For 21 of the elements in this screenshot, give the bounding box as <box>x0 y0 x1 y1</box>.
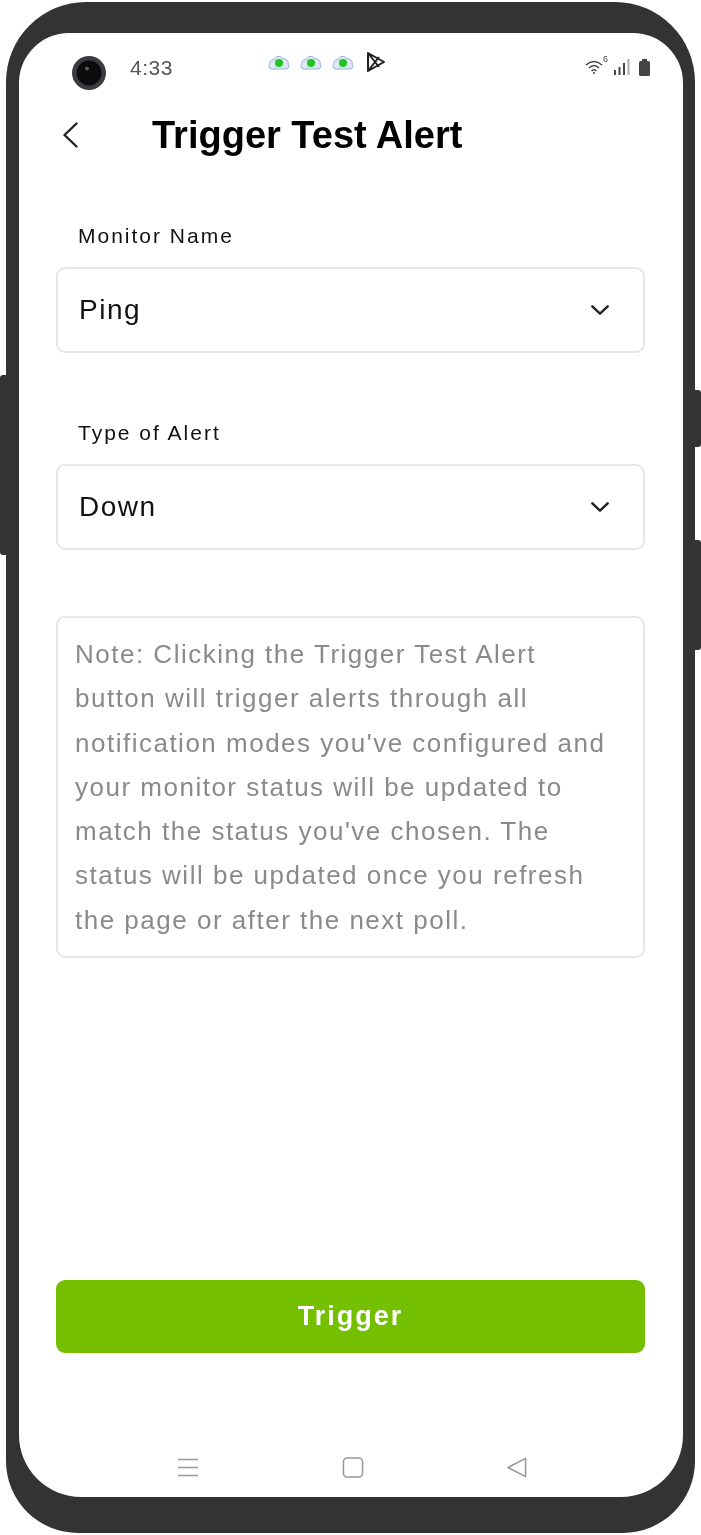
field-label: Monitor Name <box>78 223 234 249</box>
menu-icon[interactable] <box>177 1456 199 1478</box>
wifi-generation: 6 <box>603 54 608 64</box>
home-icon[interactable] <box>342 1456 364 1478</box>
signal-icon <box>614 59 630 75</box>
chevron-down-icon <box>591 305 609 315</box>
back-icon[interactable] <box>62 122 78 148</box>
cloud-icon <box>267 54 290 70</box>
dropdown-field[interactable]: Down <box>56 464 645 550</box>
cloud-icon <box>299 54 322 70</box>
wifi-icon <box>585 60 603 74</box>
play-icon <box>365 51 386 73</box>
cloud-icon <box>331 54 354 70</box>
note-text: Note: Clicking the Trigger Test Alert button will trigger alerts through all notification modes you've configured and your monitor status will be updated to match the status you've chosen. The status will be updated once you refresh the page or after the next poll. <box>75 638 607 937</box>
page-title: Trigger Test Alert <box>152 113 463 157</box>
dropdown-field[interactable]: Ping <box>56 267 645 353</box>
camera-icon <box>72 56 106 90</box>
battery-icon <box>639 58 650 76</box>
status-time: 4:33 <box>130 56 173 80</box>
field-label: Type of Alert <box>78 420 221 446</box>
chevron-down-icon <box>591 502 609 512</box>
